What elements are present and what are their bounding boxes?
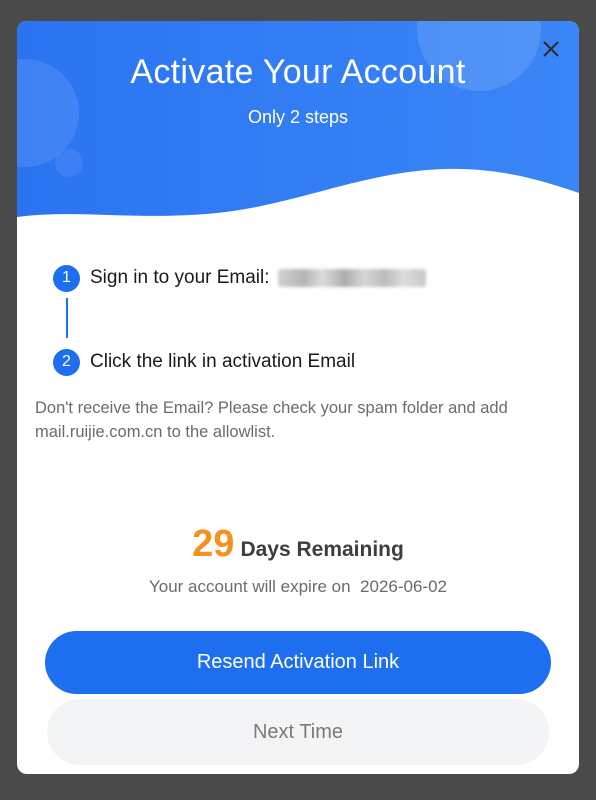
step-connector-line [66,298,68,338]
resend-activation-button[interactable]: Resend Activation Link [45,631,551,694]
activation-dialog: Activate Your Account Only 2 steps 1 Sig… [17,21,579,774]
redacted-email [277,269,426,287]
days-remaining-label: Days Remaining [240,538,404,561]
spam-folder-note: Don't receive the Email? Please check yo… [35,399,508,441]
close-button[interactable] [537,35,565,63]
step-1-text: Sign in to your Email: [90,267,270,288]
days-remaining: 29 Days Remaining [17,523,579,566]
step-1-number: 1 [53,264,80,292]
dialog-header: Activate Your Account Only 2 steps [17,21,579,261]
next-time-button[interactable]: Next Time [47,699,549,765]
dialog-title: Activate Your Account [130,53,466,91]
days-count: 29 [192,523,235,565]
step-2-text: Click the link in activation Email [90,351,356,372]
dialog-subtitle: Only 2 steps [247,107,349,127]
step-2-number: 2 [53,348,80,376]
expiry-date-text: Your account will expire on 2026-06-02 [148,577,447,596]
step-1: 1 Sign in to your Email: [53,264,426,292]
close-icon [543,41,559,57]
step-2: 2 Click the link in activation Email [53,348,355,376]
